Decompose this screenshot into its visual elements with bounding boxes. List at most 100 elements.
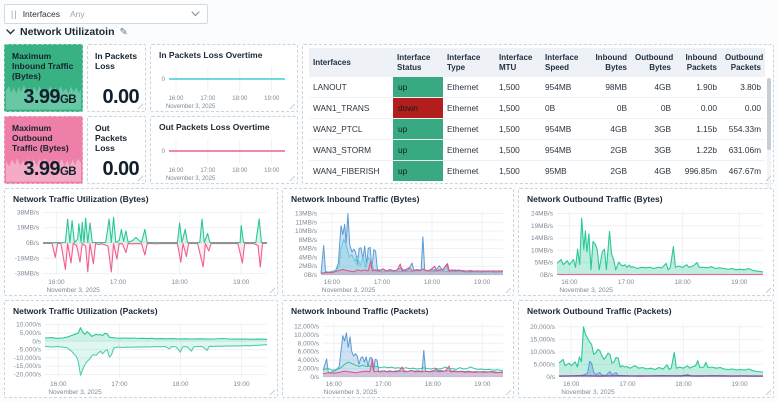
svg-text:16:00: 16:00 [168,96,184,102]
section-collapse-icon[interactable] [6,29,15,35]
cell-out_packets: 554.33m [721,118,765,140]
table-row[interactable]: WAN4_FIBERISH up Ethernet 1,500 95MB 2GB 4GB 99… [309,160,765,181]
table-row[interactable]: WAN2_PTCL up Ethernet 1,500 954MB 4GB 3GB 1.15b… [309,118,765,140]
section-title[interactable]: Network Utilizatoin [20,26,115,38]
time-series-chart[interactable]: 10,000/s 5,000/s 0/s -5,000/s -10,000/s -15,0… [7,317,275,396]
cell-type: Ethernet [443,160,495,181]
cell-type: Ethernet [447,82,479,92]
svg-text:19:00: 19:00 [233,279,250,286]
table-row[interactable]: WAN1_TRANS down Ethernet 1,500 0B 0B 0B 0.00 0.0… [309,97,765,119]
cell-mtu: 1,500 [499,82,520,92]
drag-handle-icon[interactable]: || [5,9,23,19]
panel-title[interactable]: Network Outbound Traffic (Bytes) [527,194,663,204]
variable-label: Interfaces [22,9,61,19]
cell-name: WAN4_FIBERISH [309,160,393,181]
svg-text:6,000/s: 6,000/s [298,349,320,356]
column-header-speed[interactable]: Interface Speed [541,48,589,77]
svg-text:19:00: 19:00 [731,381,748,388]
panel-network-inbound-traffic-packets: Network Inbound Traffic (Packets) 12,000… [282,300,514,398]
svg-text:0/s: 0/s [310,374,319,381]
chevron-down-icon [191,11,200,17]
svg-text:November 3, 2025: November 3, 2025 [559,287,613,293]
column-header-status[interactable]: Interface Status [393,48,443,77]
svg-text:17:00: 17:00 [111,381,128,388]
kpi-title: Maximum Outbound Traffic (Bytes) [12,123,69,154]
svg-text:17:00: 17:00 [618,279,635,286]
panel-network-inbound-traffic-bytes: Network Inbound Traffic (Bytes) 13MB/s 11… [282,188,514,296]
table-row[interactable]: LANOUT up Ethernet 1,500 954MB 98MB 4GB 1.90b 3.… [309,77,765,98]
svg-text:November 3, 2025: November 3, 2025 [48,389,102,395]
svg-text:15,000/s: 15,000/s [530,336,556,343]
panel-title[interactable]: In Packets Loss Overtime [159,50,262,60]
svg-text:19:00: 19:00 [474,381,491,388]
column-header-in_bytes[interactable]: Inbound Bytes [589,48,631,77]
time-series-chart[interactable]: 12,000/s 10,000/s 8,000/s 6,000/s 4,000/s 2,0… [285,317,511,396]
column-header-name[interactable]: Interfaces [309,48,393,77]
panel-title[interactable]: Network Inbound Traffic (Bytes) [291,194,419,204]
panel-title[interactable]: Network Outbound Traffic (Packets) [527,306,672,316]
svg-text:19:00: 19:00 [264,96,280,102]
svg-text:0: 0 [162,77,166,83]
cell-in_bytes: 4GB [589,118,631,140]
svg-text:-10,000/s: -10,000/s [14,355,42,362]
edit-pencil-icon[interactable]: ✎ [120,27,128,38]
svg-text:18:00: 18:00 [172,381,189,388]
svg-text:17:00: 17:00 [619,381,636,388]
cell-name: WAN3_STORM [309,139,393,161]
svg-text:0B/s: 0B/s [26,240,40,247]
svg-text:20,000/s: 20,000/s [530,324,556,331]
panel-title[interactable]: Network Inbound Traffic (Packets) [291,306,428,316]
kpi-value: 3.99GB [23,86,77,108]
panel-max-inbound-traffic: Maximum Inbound Traffic (Bytes) 3.99GB [4,44,83,112]
svg-text:4,000/s: 4,000/s [298,357,320,364]
panel-title[interactable]: Out Packets Loss Overtime [159,122,270,132]
column-header-out_packets[interactable]: Outbound Packets [721,48,765,77]
svg-text:5,000/s: 5,000/s [534,361,556,368]
svg-text:10MB/s: 10MB/s [295,228,318,235]
table-scrollbar-thumb[interactable] [767,78,771,150]
table-row[interactable]: WAN3_STORM up Ethernet 1,500 954MB 2GB 3GB 1.22… [309,139,765,161]
svg-text:0/s: 0/s [546,374,555,381]
column-header-type[interactable]: Interface Type [443,48,495,77]
kpi-unit: GB [59,94,77,106]
cell-out_bytes: 4GB [631,160,675,181]
time-series-chart[interactable]: 20,000/s 15,000/s 10,000/s 5,000/s 0/s 16:00 N… [521,317,771,396]
svg-text:0: 0 [162,149,166,155]
panel-in-packets-loss-overtime: In Packets Loss Overtime 0 16:00 November … [150,44,298,112]
cell-mtu: 1,500 [495,97,541,119]
svg-text:2,000/s: 2,000/s [298,366,320,373]
column-header-mtu[interactable]: Interface MTU [495,48,541,77]
panel-title[interactable]: Network Traffic Utilization (Bytes) [13,194,149,204]
svg-text:November 3, 2025: November 3, 2025 [46,287,100,293]
svg-text:17:00: 17:00 [200,168,216,174]
panel-out-packets-loss: Out Packets Loss 0.00 [87,116,146,184]
kpi-title: Maximum Inbound Traffic (Bytes) [12,51,74,82]
interfaces-variable-select[interactable]: || Interfaces Any [4,4,208,24]
cell-out_packets: 3.80b [740,82,761,92]
svg-text:18:00: 18:00 [232,96,248,102]
column-header-in_packets[interactable]: Inbound Packets [675,48,721,77]
panel-interfaces-table: Interfaces Interface Status Interface Type… [302,44,774,224]
svg-text:18:00: 18:00 [675,381,692,388]
svg-text:-19MB/s: -19MB/s [15,255,40,262]
time-series-chart[interactable]: 13MB/s 11MB/s 10MB/s 8MB/s 6MB/s 4MB/s 2MB/s 0B… [285,205,511,294]
svg-text:12,000/s: 12,000/s [294,323,320,330]
cell-speed: 954MB [541,139,589,161]
time-series-chart[interactable]: 0 16:00 November 3, 2025 17:00 18:00 19:00 [153,61,295,110]
interfaces-table[interactable]: Interfaces Interface Status Interface Type… [309,48,765,181]
cell-status: up [393,118,443,140]
panel-network-outbound-traffic-bytes: Network Outbound Traffic (Bytes) 24MB/s 1… [518,188,774,296]
svg-text:19:00: 19:00 [264,168,280,174]
cell-in_bytes: 2GB [589,139,631,161]
time-series-chart[interactable]: 24MB/s 19MB/s 14MB/s 10MB/s 5MB/s 0B/s 16:00 No… [521,205,771,294]
status-badge: up [393,119,443,139]
svg-text:0B/s: 0B/s [304,272,318,279]
column-header-out_bytes[interactable]: Outbound Bytes [631,48,675,77]
svg-text:10,000/s: 10,000/s [530,349,556,356]
time-series-chart[interactable]: 0 16:00 November 3, 2025 17:00 18:00 19:00 [153,133,295,182]
time-series-chart[interactable]: 38MB/s 19MB/s 0B/s -19MB/s -38MB/s 16:00 Novem… [7,205,275,294]
svg-text:November 3, 2025: November 3, 2025 [561,389,615,395]
cell-status: down [393,97,443,119]
status-badge: up [393,161,443,181]
panel-title[interactable]: Network Traffic Utilization (Packets) [13,306,158,316]
